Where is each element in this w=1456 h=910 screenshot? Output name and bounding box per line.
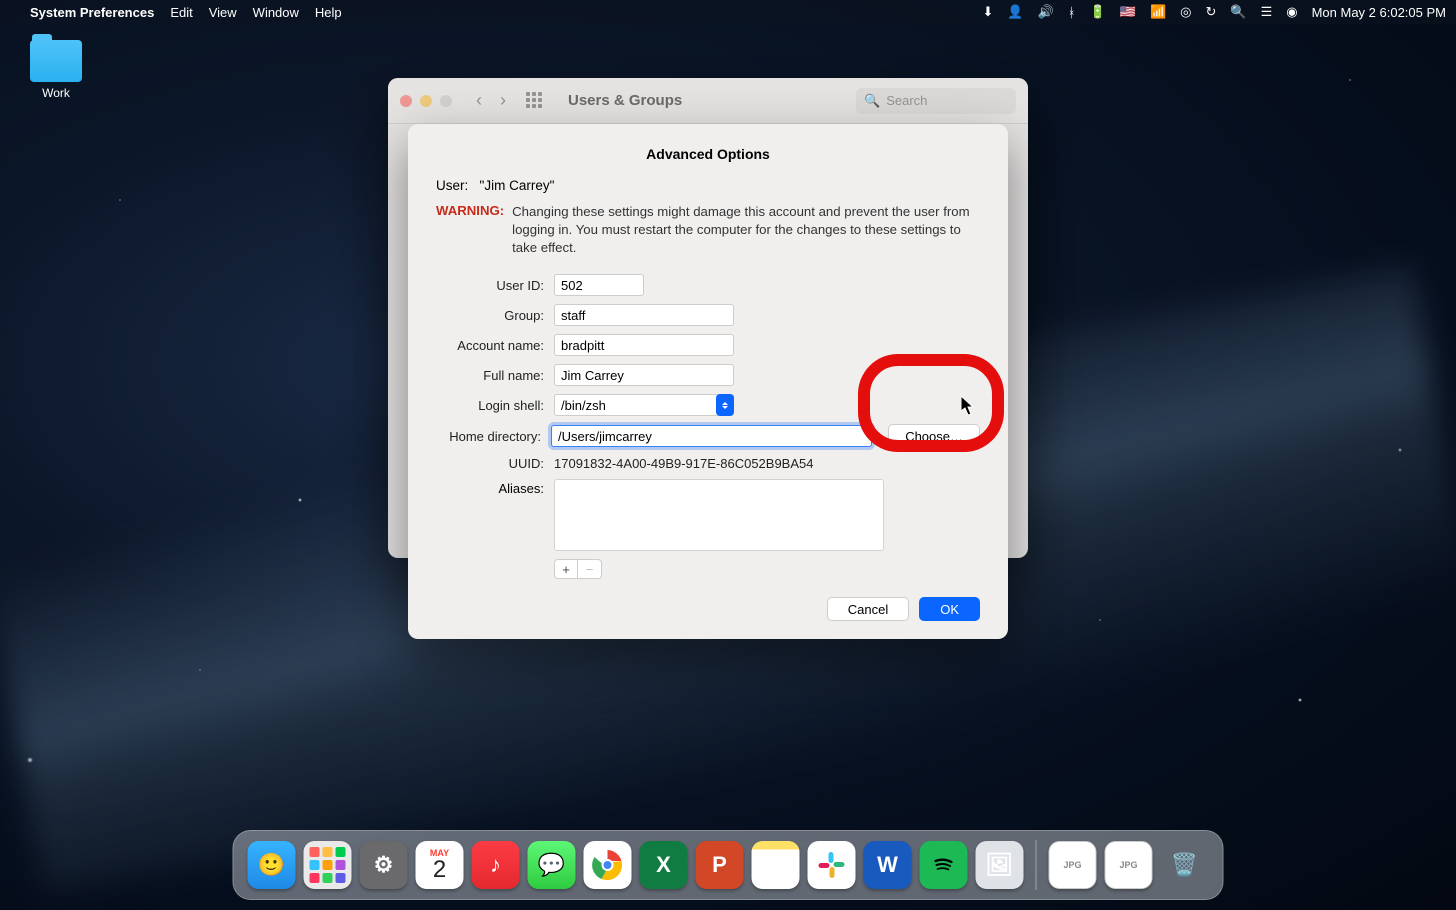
search-icon: 🔍	[864, 93, 880, 109]
dock-music[interactable]: ♪	[472, 841, 520, 889]
dock-slack[interactable]	[808, 841, 856, 889]
choose-button[interactable]: Choose…	[888, 424, 980, 448]
account-name-label: Account name:	[436, 338, 544, 353]
dock-spotify[interactable]	[920, 841, 968, 889]
menu-view[interactable]: View	[209, 5, 237, 20]
bluetooth-icon[interactable]: ᚼ	[1068, 5, 1076, 20]
close-icon[interactable]	[400, 95, 412, 107]
user-id-field[interactable]	[554, 274, 644, 296]
window-title: Users & Groups	[568, 92, 682, 109]
dock-notes[interactable]	[752, 841, 800, 889]
battery-icon[interactable]: 🔋	[1090, 4, 1106, 20]
menu-window[interactable]: Window	[253, 5, 299, 20]
zoom-icon[interactable]	[440, 95, 452, 107]
dock-powerpoint[interactable]: P	[696, 841, 744, 889]
dock-recent-doc-2[interactable]: JPG	[1105, 841, 1153, 889]
uuid-label: UUID:	[436, 456, 544, 471]
dock-chrome[interactable]	[584, 841, 632, 889]
siri-icon[interactable]: ◉	[1286, 4, 1297, 20]
aliases-list[interactable]	[554, 479, 884, 551]
folder-icon	[30, 40, 82, 82]
aliases-label: Aliases:	[436, 479, 544, 496]
dock-excel[interactable]: X	[640, 841, 688, 889]
dock-separator	[1036, 840, 1037, 890]
user-value: "Jim Carrey"	[480, 178, 555, 193]
menubar: System Preferences Edit View Window Help…	[0, 0, 1456, 24]
app-menu[interactable]: System Preferences	[30, 5, 154, 20]
window-controls[interactable]	[400, 95, 452, 107]
show-all-button[interactable]	[526, 92, 544, 110]
dropbox-icon[interactable]: ⬇︎	[983, 4, 994, 20]
dock: 🙂 ⚙︎ MAY2 ♪ 💬 X P W 🖼 JPG JPG 🗑️	[233, 830, 1224, 900]
timemachine-icon[interactable]: ↻	[1206, 4, 1217, 20]
account-icon[interactable]: ◎	[1180, 4, 1191, 20]
clock[interactable]: Mon May 2 6:02:05 PM	[1312, 5, 1446, 20]
control-center-icon[interactable]: ☰	[1261, 4, 1273, 20]
folder-label: Work	[28, 86, 84, 100]
full-name-label: Full name:	[436, 368, 544, 383]
user-id-label: User ID:	[436, 278, 544, 293]
add-alias-button[interactable]: +	[554, 559, 578, 579]
home-directory-field[interactable]	[551, 425, 872, 447]
titlebar: ‹ › Users & Groups 🔍 Search	[388, 78, 1028, 124]
desktop-folder-work[interactable]: Work	[28, 40, 84, 100]
uuid-value: 17091832-4A00-49B9-917E-86C052B9BA54	[554, 456, 813, 471]
advanced-options-sheet: Advanced Options User: "Jim Carrey" WARN…	[408, 124, 1008, 639]
user-icon[interactable]: 👤	[1007, 4, 1023, 20]
user-label: User:	[436, 178, 468, 193]
login-shell-select[interactable]	[554, 394, 734, 416]
group-field[interactable]	[554, 304, 734, 326]
back-button[interactable]: ‹	[476, 90, 482, 111]
ok-button[interactable]: OK	[919, 597, 980, 621]
login-shell-dropdown-icon[interactable]	[716, 394, 734, 416]
full-name-field[interactable]	[554, 364, 734, 386]
search-placeholder: Search	[886, 93, 927, 108]
cancel-button[interactable]: Cancel	[827, 597, 909, 621]
flag-icon[interactable]: 🇺🇸	[1120, 4, 1136, 20]
spotlight-icon[interactable]: 🔍	[1230, 4, 1246, 20]
account-name-field[interactable]	[554, 334, 734, 356]
volume-icon[interactable]: 🔊	[1038, 4, 1054, 20]
dock-finder[interactable]: 🙂	[248, 841, 296, 889]
warning-text: Changing these settings might damage thi…	[512, 203, 980, 256]
dock-preview[interactable]: 🖼	[976, 841, 1024, 889]
sheet-title: Advanced Options	[436, 146, 980, 162]
login-shell-label: Login shell:	[436, 398, 544, 413]
dock-messages[interactable]: 💬	[528, 841, 576, 889]
wifi-icon[interactable]: 📶	[1150, 4, 1166, 20]
remove-alias-button: −	[578, 559, 602, 579]
menu-help[interactable]: Help	[315, 5, 342, 20]
dock-calendar[interactable]: MAY2	[416, 841, 464, 889]
home-directory-label: Home directory:	[436, 429, 541, 444]
dock-recent-doc-1[interactable]: JPG	[1049, 841, 1097, 889]
forward-button[interactable]: ›	[500, 90, 506, 111]
dock-word[interactable]: W	[864, 841, 912, 889]
dock-system-preferences[interactable]: ⚙︎	[360, 841, 408, 889]
dock-trash[interactable]: 🗑️	[1161, 841, 1209, 889]
minimize-icon[interactable]	[420, 95, 432, 107]
menu-edit[interactable]: Edit	[170, 5, 192, 20]
search-input[interactable]: 🔍 Search	[856, 88, 1016, 114]
warning-label: WARNING:	[436, 203, 504, 256]
dock-launchpad[interactable]	[304, 841, 352, 889]
group-label: Group:	[436, 308, 544, 323]
